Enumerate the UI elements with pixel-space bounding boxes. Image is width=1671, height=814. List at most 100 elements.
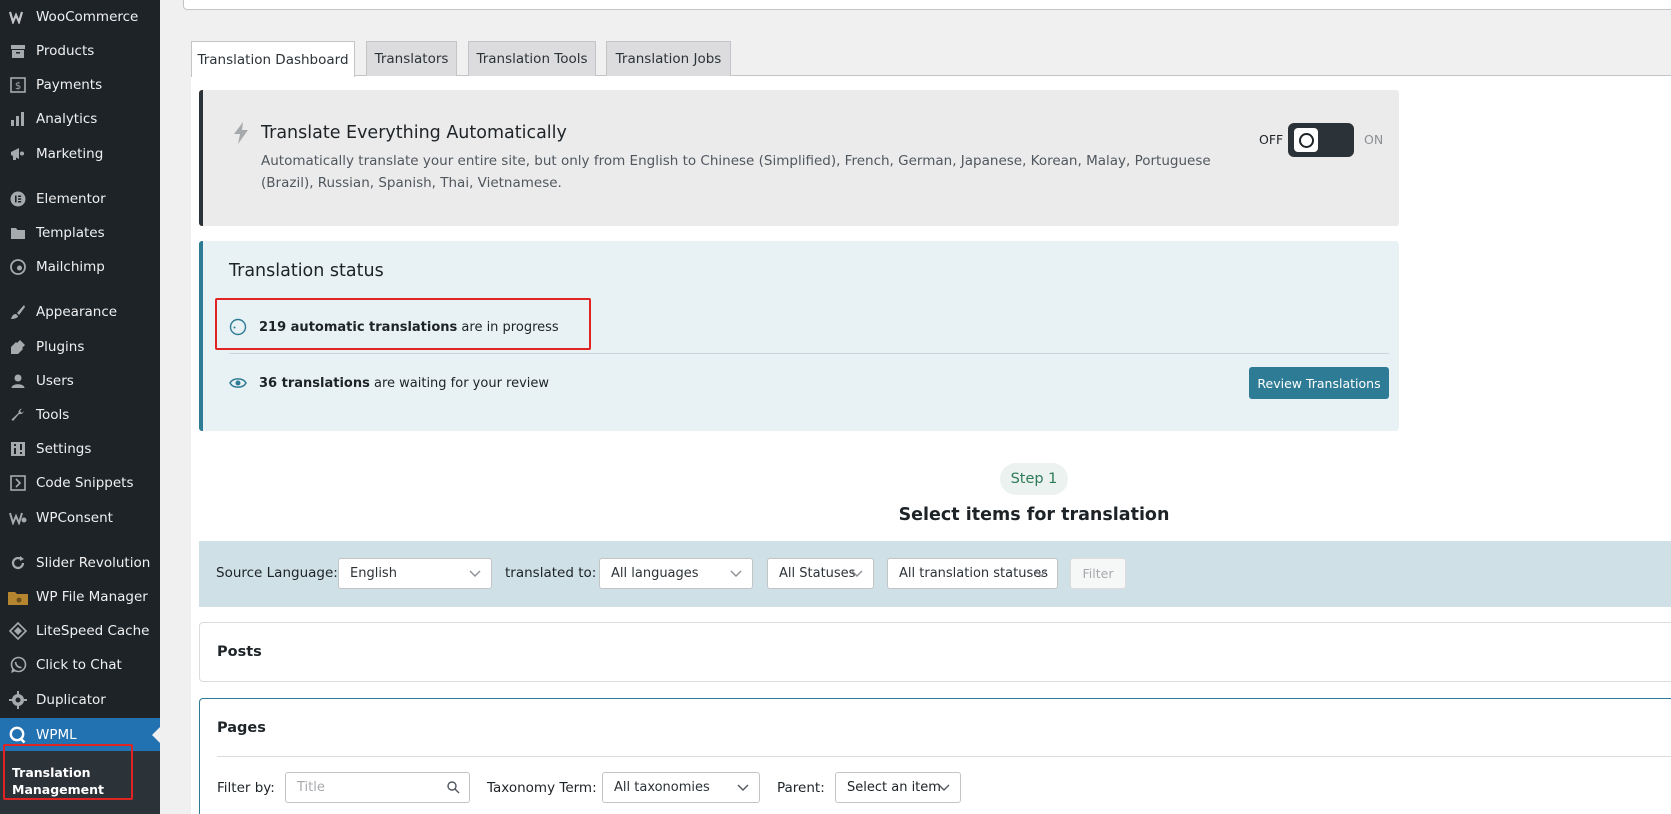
chevron-down-icon xyxy=(1034,566,1048,584)
taxonomy-value: All taxonomies xyxy=(614,780,710,795)
toggle-off-label: OFF xyxy=(1259,132,1284,147)
menu-item-tools[interactable]: Tools xyxy=(0,400,160,430)
source-language-value: English xyxy=(350,566,397,581)
in-progress-status: 219 automatic translations are in progre… xyxy=(229,315,559,339)
wpml-submenu: Translation Management xyxy=(0,751,160,814)
menu-item-plugins[interactable]: Plugins xyxy=(0,332,160,362)
whatsapp-icon xyxy=(7,656,29,674)
chevron-down-icon xyxy=(468,566,482,584)
chevron-down-icon xyxy=(736,780,750,798)
chevron-down-icon xyxy=(729,566,743,584)
menu-item-label: LiteSpeed Cache xyxy=(36,623,150,639)
menu-item-mailchimp[interactable]: Mailchimp xyxy=(0,252,160,282)
plugin-icon xyxy=(7,339,29,355)
eye-icon xyxy=(229,374,247,392)
menu-item-users[interactable]: Users xyxy=(0,366,160,396)
menu-item-code-snippets[interactable]: Code Snippets xyxy=(0,468,160,498)
translation-status-card: Translation status 219 automatic transla… xyxy=(199,241,1399,431)
in-progress-text: are in progress xyxy=(457,319,559,335)
menu-item-appearance[interactable]: Appearance xyxy=(0,297,160,327)
menu-item-click-to-chat[interactable]: Click to Chat xyxy=(0,650,160,680)
review-translations-button[interactable]: Review Translations xyxy=(1249,367,1389,399)
auto-translate-description: Automatically translate your entire site… xyxy=(261,153,1211,191)
menu-item-wpml[interactable]: WPML xyxy=(0,718,160,752)
title-search-placeholder: Title xyxy=(297,780,325,795)
archive-icon xyxy=(7,43,29,59)
toggle-knob xyxy=(1294,128,1318,152)
menu-item-litespeed-cache[interactable]: LiteSpeed Cache xyxy=(0,616,160,646)
chevron-down-icon xyxy=(850,566,864,584)
source-language-select[interactable]: English xyxy=(338,558,492,589)
tab-translation-tools[interactable]: Translation Tools xyxy=(468,41,596,76)
menu-item-duplicator[interactable]: Duplicator xyxy=(0,685,160,715)
menu-item-wpconsent[interactable]: WPConsent xyxy=(0,503,160,533)
auto-translate-title: Translate Everything Automatically xyxy=(261,123,567,143)
menu-item-label: WooCommerce xyxy=(36,9,139,25)
paintbrush-icon xyxy=(7,304,29,320)
folder-icon xyxy=(7,226,29,240)
menu-item-label: Code Snippets xyxy=(36,475,134,491)
diamond-icon xyxy=(7,622,29,640)
filter-button[interactable]: Filter xyxy=(1070,558,1126,589)
status-select[interactable]: All Statuses xyxy=(767,558,874,589)
menu-item-label: Marketing xyxy=(36,146,104,162)
active-menu-arrow xyxy=(152,727,160,743)
menu-item-elementor[interactable]: Elementor xyxy=(0,184,160,214)
taxonomy-select[interactable]: All taxonomies xyxy=(602,772,760,803)
tab-translation-dashboard[interactable]: Translation Dashboard xyxy=(191,41,355,77)
menu-item-payments[interactable]: $ Payments xyxy=(0,70,160,100)
menu-item-analytics[interactable]: Analytics xyxy=(0,104,160,134)
taxonomy-term-label: Taxonomy Term: xyxy=(487,780,597,796)
menu-item-label: Analytics xyxy=(36,111,98,127)
translated-to-select[interactable]: All languages xyxy=(599,558,753,589)
select-items-heading: Select items for translation xyxy=(898,505,1170,525)
lightning-icon xyxy=(233,122,249,148)
tab-translation-jobs[interactable]: Translation Jobs xyxy=(606,41,731,76)
title-search-input[interactable]: Title xyxy=(285,772,470,803)
woocommerce-icon xyxy=(7,10,29,24)
filter-bar: Source Language: English translated to: … xyxy=(199,541,1671,607)
translation-status-select[interactable]: All translation statuses xyxy=(887,558,1058,589)
duplicator-icon xyxy=(7,691,29,709)
posts-section[interactable]: Posts xyxy=(199,622,1671,682)
translation-status-value: All translation statuses xyxy=(899,566,1048,581)
menu-item-label: Users xyxy=(36,373,74,389)
menu-item-label: Duplicator xyxy=(36,692,106,708)
status-value: All Statuses xyxy=(779,566,856,581)
svg-text:$: $ xyxy=(15,81,21,92)
menu-item-marketing[interactable]: Marketing xyxy=(0,139,160,169)
code-icon xyxy=(7,475,29,491)
refresh-icon xyxy=(7,555,29,571)
top-notice-card xyxy=(183,0,1671,10)
menu-item-label: Payments xyxy=(36,77,103,93)
translated-to-value: All languages xyxy=(611,566,699,581)
menu-item-label: Products xyxy=(36,43,95,59)
elementor-icon xyxy=(7,191,29,207)
menu-item-templates[interactable]: Templates xyxy=(0,218,160,248)
pages-title: Pages xyxy=(217,720,266,736)
parent-label: Parent: xyxy=(777,780,825,796)
auto-translate-toggle[interactable] xyxy=(1288,123,1354,157)
chevron-down-icon xyxy=(937,780,951,798)
menu-item-label: Settings xyxy=(36,441,92,457)
menu-item-label: Appearance xyxy=(36,304,118,320)
source-language-label: Source Language: xyxy=(216,565,338,581)
review-status: 36 translations are waiting for your rev… xyxy=(229,371,549,395)
dollar-icon: $ xyxy=(7,77,29,93)
menu-item-settings[interactable]: Settings xyxy=(0,434,160,464)
user-icon xyxy=(7,373,29,389)
menu-item-products[interactable]: Products xyxy=(0,36,160,66)
menu-item-label: WPConsent xyxy=(36,510,113,526)
translate-everything-card: Translate Everything Automatically Autom… xyxy=(199,90,1399,226)
menu-item-label: Click to Chat xyxy=(36,657,122,673)
menu-item-slider-revolution[interactable]: Slider Revolution xyxy=(0,548,160,578)
menu-item-wp-file-manager[interactable]: WP File Manager xyxy=(0,582,160,612)
parent-select[interactable]: Select an item xyxy=(835,772,961,803)
menu-item-woocommerce[interactable]: WooCommerce xyxy=(0,2,160,32)
megaphone-icon xyxy=(7,146,29,162)
menu-item-label: Slider Revolution xyxy=(36,555,151,571)
tab-translators[interactable]: Translators xyxy=(366,41,457,76)
submenu-item-translation-management[interactable]: Translation Management xyxy=(12,764,132,798)
parent-value: Select an item xyxy=(847,780,941,795)
settings-icon xyxy=(7,441,29,457)
